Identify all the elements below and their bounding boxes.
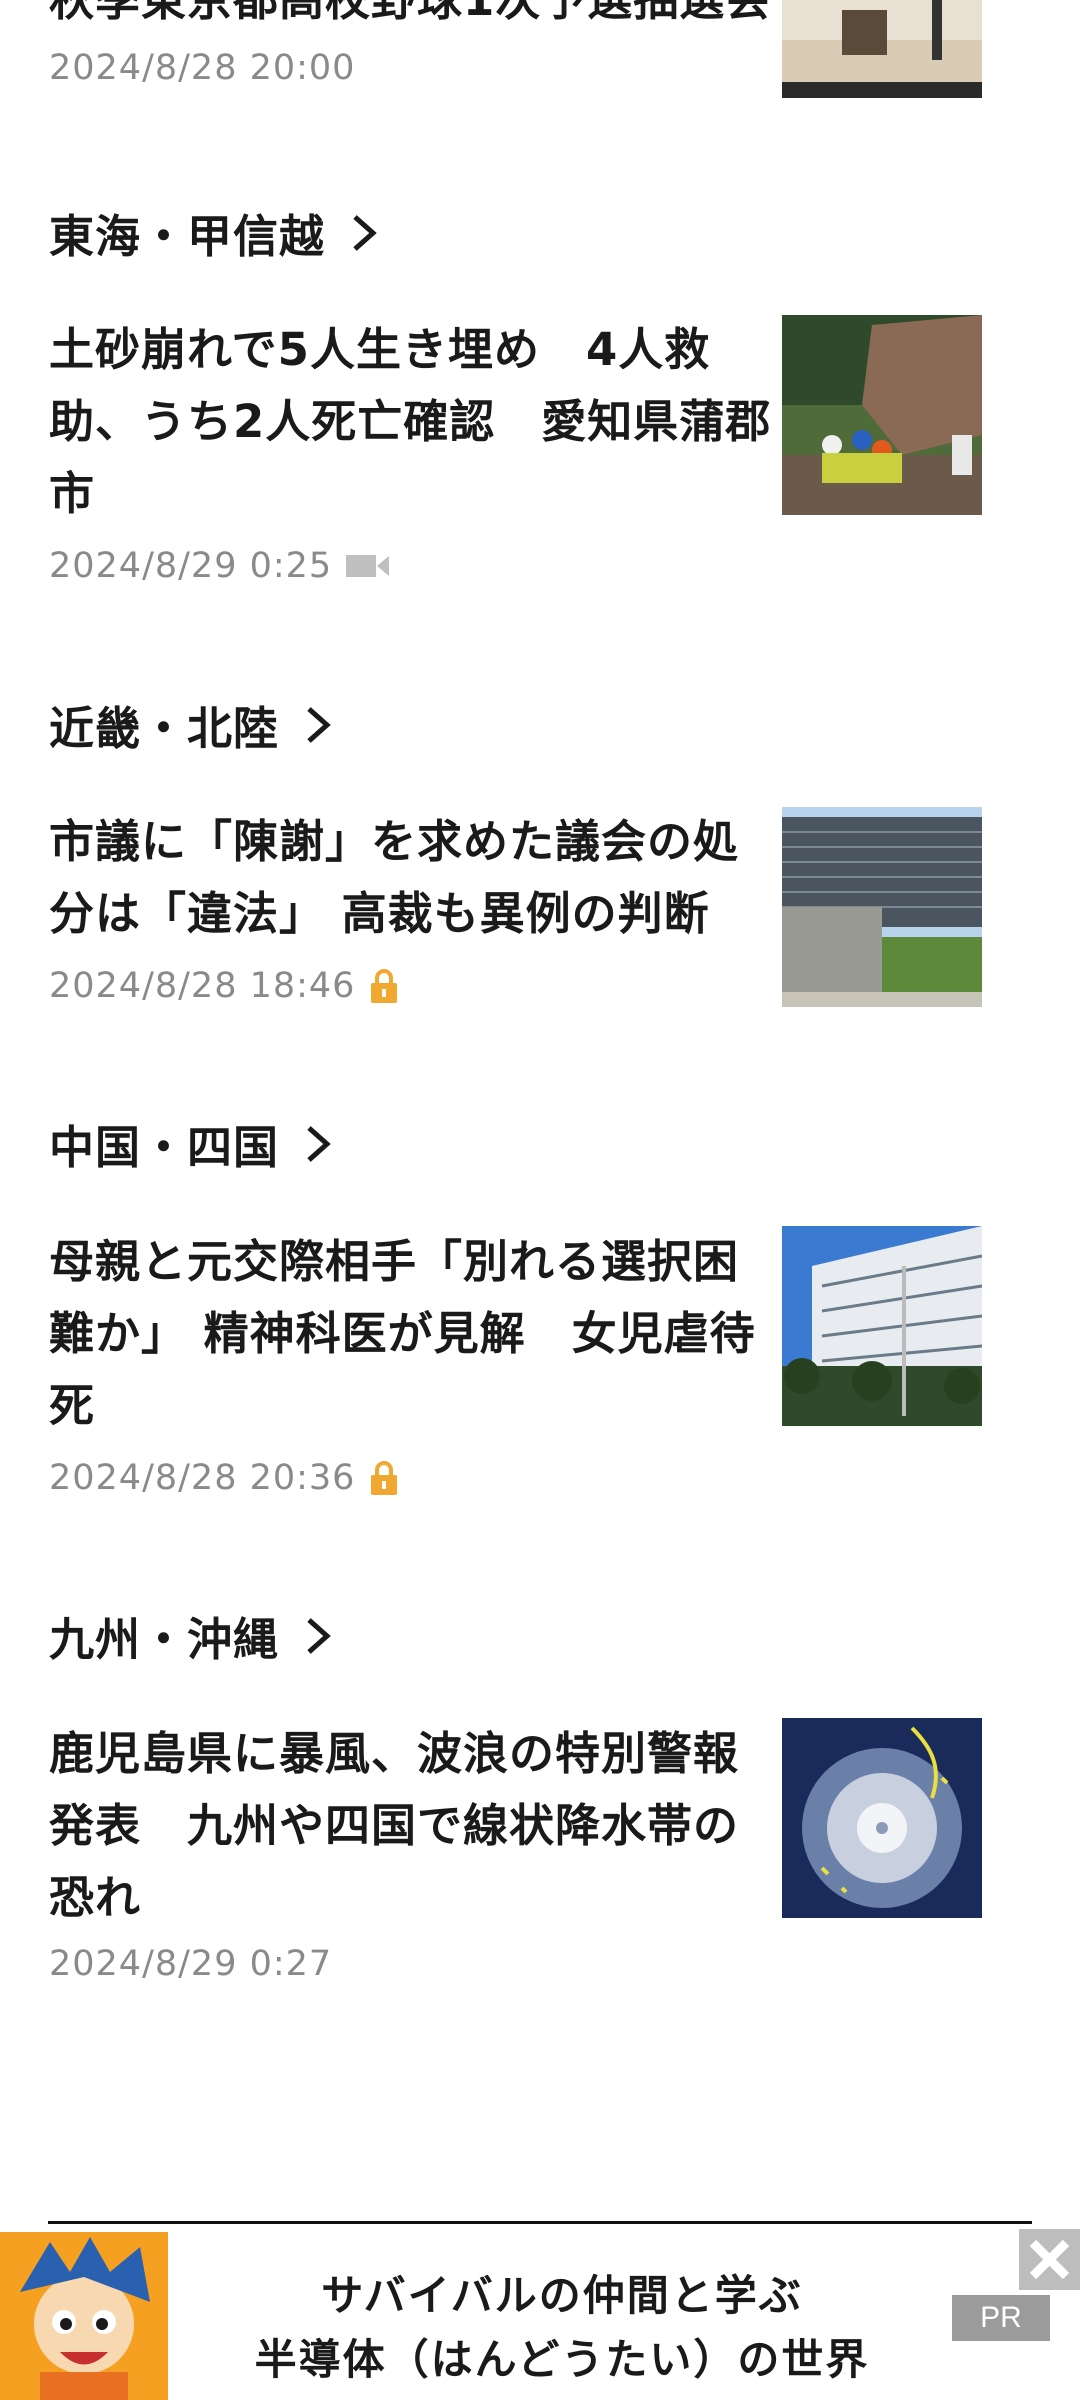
chevron-right-icon [303, 1122, 333, 1166]
article-title[interactable]: 土砂崩れで5人生き埋め 4人救 助、うち2人死亡確認 愛知県蒲郡 市 [49, 314, 809, 530]
section-heading-kyushu[interactable]: 九州・沖縄 [49, 1603, 333, 1668]
article-thumbnail[interactable] [782, 1718, 982, 1918]
article-timestamp: 2024/8/28 20:36 [49, 1458, 356, 1498]
article-title[interactable]: 母親と元交際相手「別れる選択困 難か」 精神科医が見解 女児虐待 死 [49, 1226, 809, 1442]
ad-line-2: 半導体（はんどうたい）の世界 [254, 2335, 870, 2384]
article-title[interactable]: 市議に「陳謝」を求めた議会の処 分は「違法」 高裁も異例の判断 [49, 806, 809, 950]
article-timestamp: 2024/8/29 0:25 [49, 546, 333, 586]
article-title[interactable]: 鹿児島県に暴風、波浪の特別警報 発表 九州や四国で線状降水帯の 恐れ [49, 1718, 809, 1934]
chevron-right-icon [303, 1614, 333, 1658]
article-thumbnail[interactable] [782, 1226, 982, 1426]
ad-banner[interactable]: サバイバルの仲間と学ぶ 半導体（はんどうたい）の世界 PR [0, 2232, 1080, 2400]
section-heading-tokai[interactable]: 東海・甲信越 [49, 200, 379, 265]
section-heading-chugoku[interactable]: 中国・四国 [49, 1111, 333, 1176]
section-heading-kinki[interactable]: 近畿・北陸 [49, 692, 333, 757]
article-thumbnail[interactable] [782, 807, 982, 1007]
article-thumbnail[interactable] [782, 315, 982, 515]
chevron-right-icon [303, 703, 333, 747]
ad-line-1: サバイバルの仲間と学ぶ [321, 2271, 803, 2320]
article-timestamp: 2024/8/28 18:46 [49, 966, 356, 1006]
ad-image[interactable] [0, 2232, 168, 2400]
article-timestamp: 2024/8/29 0:27 [49, 1944, 333, 1984]
lock-icon [369, 1460, 399, 1496]
article-title[interactable]: 秋季東京都高校野球1次予選抽選会 [49, 0, 809, 30]
article-timestamp: 2024/8/28 20:00 [49, 48, 356, 88]
divider [48, 2221, 1032, 2224]
close-icon[interactable] [1019, 2229, 1080, 2290]
article-thumbnail[interactable] [782, 0, 982, 98]
video-icon [346, 552, 390, 580]
lock-icon [369, 968, 399, 1004]
pr-badge: PR [952, 2295, 1050, 2341]
chevron-right-icon [349, 211, 379, 255]
